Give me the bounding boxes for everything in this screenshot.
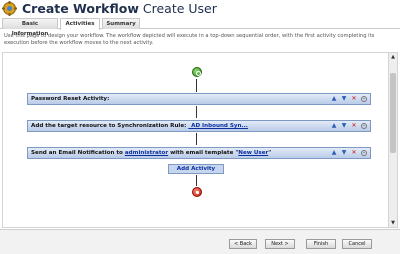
settings-icon[interactable]: • bbox=[361, 150, 367, 156]
activity-actions: ▲ ▼ ✕ • bbox=[331, 96, 367, 102]
back-button[interactable]: < Back bbox=[229, 239, 257, 249]
workflow-end-icon bbox=[192, 187, 202, 197]
activity-label: Add the target resource to Synchronizati… bbox=[31, 123, 248, 129]
vertical-scrollbar[interactable]: ▲ ▼ bbox=[389, 52, 398, 228]
email-template-link[interactable]: New User bbox=[238, 150, 268, 156]
connector-line bbox=[196, 106, 197, 118]
settings-icon[interactable]: • bbox=[361, 123, 367, 129]
tab-basic-information[interactable]: Basic Information bbox=[2, 18, 58, 37]
wizard-button-bar: < Back Next > Finish Cancel bbox=[0, 229, 400, 254]
activity-sync-rule[interactable]: Add the target resource to Synchronizati… bbox=[27, 120, 371, 132]
move-down-icon[interactable]: ▼ bbox=[341, 96, 347, 102]
settings-icon[interactable]: • bbox=[361, 96, 367, 102]
scroll-up-icon[interactable]: ▲ bbox=[390, 54, 396, 60]
tab-summary[interactable]: Summary bbox=[102, 18, 140, 29]
tab-activities[interactable]: Activities bbox=[60, 18, 100, 30]
page-title: Create Workflow Create User bbox=[22, 1, 217, 16]
activity-label: Send an Email Notification to administra… bbox=[31, 150, 272, 156]
sync-rule-link[interactable]: _AD Inbound Syn... bbox=[188, 123, 248, 129]
cancel-button[interactable]: Cancel bbox=[342, 239, 372, 249]
title-bar: Create Workflow Create User bbox=[0, 0, 400, 17]
workflow-gear-icon bbox=[2, 1, 17, 16]
activity-password-reset[interactable]: Password Reset Activity: ▲ ▼ ✕ • bbox=[27, 93, 371, 105]
delete-icon[interactable]: ✕ bbox=[351, 150, 357, 156]
activity-actions: ▲ ▼ ✕ • bbox=[331, 150, 367, 156]
next-button[interactable]: Next > bbox=[265, 239, 295, 249]
move-down-icon[interactable]: ▼ bbox=[341, 150, 347, 156]
tab-strip: Basic Information Activities Summary bbox=[0, 17, 400, 37]
move-down-icon[interactable]: ▼ bbox=[341, 123, 347, 129]
workflow-start-icon bbox=[192, 67, 202, 77]
connector-line bbox=[196, 79, 197, 92]
delete-icon[interactable]: ✕ bbox=[351, 123, 357, 129]
page-title-secondary: Create User bbox=[142, 1, 217, 16]
move-up-icon[interactable]: ▲ bbox=[331, 123, 337, 129]
move-up-icon[interactable]: ▲ bbox=[331, 150, 337, 156]
move-up-icon[interactable]: ▲ bbox=[331, 96, 337, 102]
page-title-primary: Create Workflow bbox=[22, 1, 139, 16]
activity-label: Password Reset Activity: bbox=[31, 96, 110, 102]
activity-actions: ▲ ▼ ✕ • bbox=[331, 123, 367, 129]
intro-text: Use this page to design your workflow. T… bbox=[4, 33, 375, 46]
delete-icon[interactable]: ✕ bbox=[351, 96, 357, 102]
finish-button[interactable]: Finish bbox=[306, 239, 336, 249]
add-activity-button[interactable]: Add Activity bbox=[168, 164, 224, 174]
recipient-link[interactable]: administrator bbox=[125, 150, 168, 156]
activity-email-notification[interactable]: Send an Email Notification to administra… bbox=[27, 147, 371, 159]
scroll-down-icon[interactable]: ▼ bbox=[390, 220, 396, 226]
connector-line bbox=[196, 175, 197, 186]
connector-line bbox=[196, 133, 197, 145]
scroll-thumb[interactable] bbox=[390, 73, 396, 153]
